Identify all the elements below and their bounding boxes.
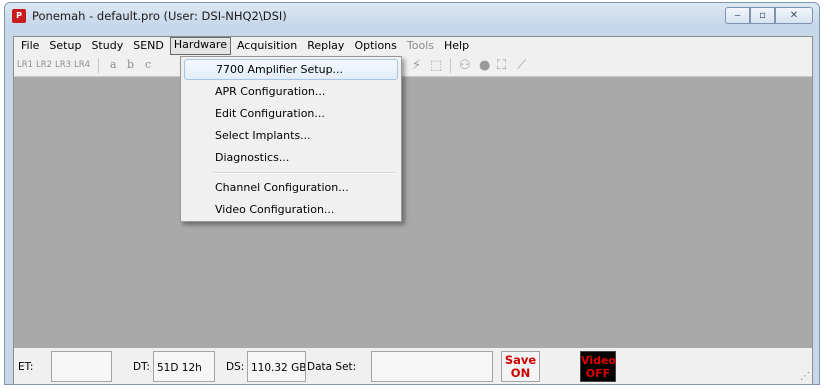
- menu-options[interactable]: Options: [350, 38, 400, 54]
- menu-tools[interactable]: Tools: [403, 38, 438, 54]
- toolbar-b-button[interactable]: b: [127, 58, 134, 71]
- marker-icon[interactable]: ⛶: [497, 58, 506, 73]
- app-window: P Ponemah - default.pro (User: DSI-NHQ2\…: [4, 2, 820, 385]
- toolbar-separator: [450, 58, 451, 73]
- menu-help[interactable]: Help: [440, 38, 473, 54]
- menu-hardware[interactable]: Hardware: [169, 37, 231, 55]
- maximize-button[interactable]: ▫: [750, 7, 775, 24]
- menu-acquisition[interactable]: Acquisition: [233, 38, 301, 54]
- hardware-dropdown-menu: 7700 Amplifier Setup... APR Configuratio…: [180, 56, 402, 222]
- export-icon[interactable]: ⬚: [430, 58, 442, 73]
- et-label: ET:: [18, 361, 34, 373]
- save-status-toggle[interactable]: Save ON: [501, 351, 540, 382]
- close-button[interactable]: ✕: [775, 7, 813, 24]
- ds-field: 110.32 GB: [247, 351, 306, 382]
- toolbar-a-button[interactable]: a: [110, 58, 117, 71]
- ds-label: DS:: [226, 361, 245, 373]
- ponemah-app-icon[interactable]: P: [12, 9, 26, 23]
- menu-separator: [213, 172, 396, 174]
- menu-file[interactable]: File: [17, 38, 43, 54]
- binoculars-icon[interactable]: ⚇: [459, 58, 471, 73]
- dt-label: DT:: [133, 361, 150, 373]
- main-workspace: File Setup Study SEND Hardware Acquisiti…: [13, 36, 813, 384]
- record-icon[interactable]: ●: [479, 58, 490, 73]
- et-field: [51, 351, 112, 382]
- dt-field: 51D 12h: [153, 351, 215, 382]
- dataset-field: [371, 351, 493, 382]
- video-label: Video: [581, 354, 616, 367]
- toolbar: LR1 LR2 LR3 LR4 a b c ⚡ ⬚ ⚇ ● ⛶ ⟋: [14, 55, 812, 77]
- menu-study[interactable]: Study: [87, 38, 127, 54]
- resize-grip-icon[interactable]: ⋰: [800, 371, 810, 382]
- lr1-button[interactable]: LR1: [17, 60, 33, 70]
- menu-send[interactable]: SEND: [129, 38, 168, 54]
- menuitem-apr-configuration[interactable]: APR Configuration...: [184, 81, 398, 102]
- menuitem-7700-amplifier-setup[interactable]: 7700 Amplifier Setup...: [184, 59, 398, 80]
- menuitem-channel-configuration[interactable]: Channel Configuration...: [184, 177, 398, 198]
- dataset-label: Data Set:: [307, 361, 357, 373]
- menuitem-select-implants[interactable]: Select Implants...: [184, 125, 398, 146]
- menuitem-edit-configuration[interactable]: Edit Configuration...: [184, 103, 398, 124]
- window-title: Ponemah - default.pro (User: DSI-NHQ2\DS…: [32, 9, 287, 23]
- title-bar[interactable]: P Ponemah - default.pro (User: DSI-NHQ2\…: [5, 3, 819, 29]
- save-state: ON: [510, 366, 531, 380]
- menuitem-video-configuration[interactable]: Video Configuration...: [184, 199, 398, 220]
- minimize-button[interactable]: ‒: [725, 7, 750, 24]
- status-bar: ET: DT: 51D 12h DS: 110.32 GB Data Set: …: [14, 348, 812, 384]
- menuitem-diagnostics[interactable]: Diagnostics...: [184, 147, 398, 168]
- menu-bar: File Setup Study SEND Hardware Acquisiti…: [14, 37, 812, 55]
- toolbar-c-button[interactable]: c: [145, 58, 151, 71]
- menu-setup[interactable]: Setup: [45, 38, 85, 54]
- window-controls: ‒ ▫ ✕: [725, 7, 813, 24]
- lr3-button[interactable]: LR3: [55, 60, 71, 70]
- chart-icon[interactable]: ⟋: [517, 58, 526, 73]
- toolbar-separator: [98, 58, 99, 73]
- lightning-icon[interactable]: ⚡: [412, 58, 421, 73]
- video-status-toggle[interactable]: Video OFF: [580, 351, 616, 382]
- video-state: OFF: [585, 367, 611, 380]
- lr2-button[interactable]: LR2: [36, 60, 52, 70]
- menu-replay[interactable]: Replay: [303, 38, 348, 54]
- lr4-button[interactable]: LR4: [74, 60, 90, 70]
